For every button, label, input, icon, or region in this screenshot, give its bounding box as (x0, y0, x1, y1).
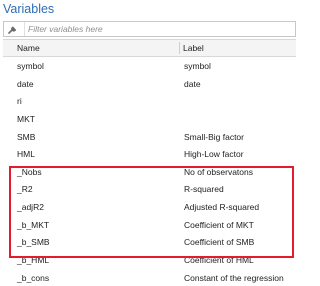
wrench-icon[interactable] (6, 22, 20, 36)
table-row[interactable]: _b_HML Coefficient of HML (3, 251, 296, 269)
table-row[interactable]: _R2 R-squared (3, 180, 296, 198)
variable-name: _R2 (17, 184, 33, 195)
variable-label: symbol (184, 61, 211, 71)
variable-name: date (17, 78, 34, 89)
variable-name: _Nobs (17, 166, 42, 177)
table-row[interactable]: _b_MKT Coefficient of MKT (3, 216, 296, 234)
variable-name: HML (17, 149, 35, 160)
variable-name: SMB (17, 131, 36, 142)
column-separator[interactable] (179, 42, 180, 54)
variable-name: MKT (17, 113, 35, 124)
filter-bar (3, 21, 296, 37)
variable-label: Adjusted R-squared (184, 202, 260, 213)
filter-variables-input[interactable] (24, 22, 292, 36)
variable-label: Coefficient of HML (184, 255, 254, 266)
variable-name: _b_SMB (17, 237, 50, 248)
variable-label: Coefficient of SMB (184, 237, 255, 248)
variable-label: R-squared (184, 184, 224, 195)
column-header-label[interactable]: Label (183, 43, 204, 53)
variable-label: Coefficient of MKT (184, 219, 254, 230)
table-row[interactable]: symbol symbol (3, 57, 296, 75)
table-row[interactable]: date date (3, 75, 296, 93)
panel-title: Variables (3, 2, 55, 16)
variable-label: Constant of the regression (184, 272, 284, 283)
variable-label: Small-Big factor (184, 131, 244, 142)
variable-name: _b_MKT (17, 219, 50, 230)
table-row[interactable]: _adjR2 Adjusted R-squared (3, 198, 296, 216)
table-row[interactable]: _b_cons Constant of the regression (3, 269, 296, 286)
variables-table: Name Label symbol symbol date date ri MKT SMB S… (3, 39, 296, 286)
table-header: Name Label (3, 39, 296, 57)
table-row[interactable]: SMB Small-Big factor (3, 128, 296, 146)
variable-label: No of observatons (184, 166, 253, 177)
variable-label: date (184, 78, 201, 89)
table-row[interactable]: _Nobs No of observatons (3, 163, 296, 181)
variable-name: _b_HML (17, 255, 50, 266)
table-row[interactable]: HML High-Low factor (3, 145, 296, 163)
table-row[interactable]: MKT (3, 110, 296, 128)
table-row[interactable]: _b_SMB Coefficient of SMB (3, 233, 296, 251)
table-body: symbol symbol date date ri MKT SMB Small-Big fa… (3, 57, 296, 286)
table-row[interactable]: ri (3, 92, 296, 110)
variable-name: _adjR2 (17, 202, 44, 213)
variable-name: symbol (17, 61, 44, 71)
column-header-name[interactable]: Name (17, 43, 40, 53)
variable-name: ri (17, 96, 22, 107)
variable-label: High-Low factor (184, 149, 244, 160)
variable-name: _b_cons (17, 272, 50, 283)
